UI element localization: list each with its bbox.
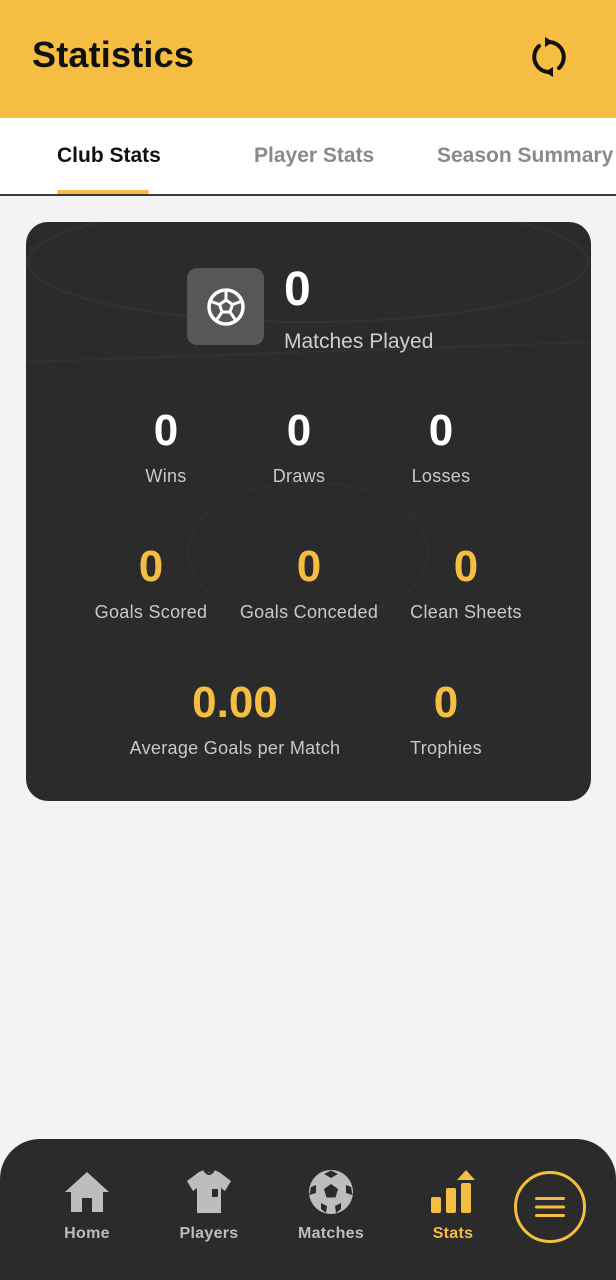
avg-goals-stat: 0.00 Average Goals per Match [130,678,341,759]
soccer-ball-icon [206,287,245,326]
draws-value: 0 [286,406,312,455]
goals-conceded-value: 0 [296,542,322,591]
avg-goals-value: 0.00 [192,678,278,727]
nav-players-label: Players [179,1225,239,1242]
draws-label: Draws [272,466,326,486]
matches-played-icon-box [187,268,264,345]
losses-value: 0 [428,406,454,455]
nav-home-label: Home [64,1225,110,1242]
nav-matches-label: Matches [297,1225,365,1242]
clean-sheets-value: 0 [453,542,479,591]
jersey-icon [187,1169,231,1213]
hamburger-menu-icon [535,1197,565,1217]
matches-played-label: Matches Played [284,330,434,353]
refresh-icon [532,37,566,77]
nav-home[interactable]: Home [32,1167,142,1243]
clean-sheets-label: Clean Sheets [410,602,522,622]
wins-stat: 0 Wins [145,406,186,487]
losses-stat: 0 Losses [412,406,471,487]
clean-sheets-stat: 0 Clean Sheets [410,542,522,623]
club-stats-card: 0 Matches Played 0 Wins 0 Draws 0 Losses… [26,222,591,801]
tab-club-stats[interactable]: Club Stats [57,118,161,194]
wins-value: 0 [153,406,179,455]
losses-label: Losses [411,466,471,486]
statistics-screen: Statistics Club Stats Player Stats Seaso… [0,0,616,1280]
trophies-stat: 0 Trophies [410,678,482,759]
nav-stats-label: Stats [432,1225,474,1242]
stats-tabs: Club Stats Player Stats Season Summary [0,118,616,196]
nav-matches[interactable]: Matches [276,1167,386,1243]
goals-conceded-label: Goals Conceded [239,602,379,622]
matches-played-value: 0 [284,263,311,316]
tab-season-summary[interactable]: Season Summary [437,118,613,194]
draws-stat: 0 Draws [273,406,326,487]
active-tab-indicator [57,190,149,194]
avg-goals-label: Average Goals per Match [129,738,341,758]
soccer-ball-icon [309,1170,353,1214]
trophies-value: 0 [433,678,459,727]
nav-stats[interactable]: Stats [398,1167,508,1243]
goals-scored-label: Goals Scored [94,602,208,622]
goals-scored-stat: 0 Goals Scored [95,542,208,623]
trophies-label: Trophies [410,738,482,758]
refresh-button[interactable] [526,34,572,80]
page-title: Statistics [32,34,195,75]
bottom-navigation: Home Players Matches Stats [0,1139,616,1280]
tab-player-stats[interactable]: Player Stats [254,118,374,194]
app-header: Statistics [0,0,616,118]
bar-chart-icon [431,1170,475,1213]
home-icon [65,1172,109,1212]
nav-players[interactable]: Players [154,1167,264,1243]
goals-scored-value: 0 [138,542,164,591]
menu-button[interactable] [514,1171,586,1243]
wins-label: Wins [145,466,187,486]
goals-conceded-stat: 0 Goals Conceded [240,542,378,623]
